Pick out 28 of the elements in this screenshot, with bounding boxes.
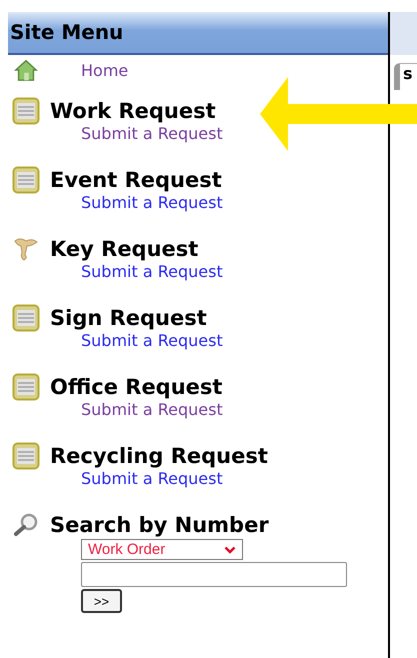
section-title: Search by Number [50,513,269,537]
section-title: Office Request [50,375,222,399]
section-title: Event Request [50,168,222,192]
number-input[interactable] [81,562,347,587]
sidebar-header: Site Menu [8,12,388,55]
caret-icon [224,546,236,554]
tab[interactable]: s [394,63,417,90]
type-dropdown[interactable]: Work Order [81,539,243,560]
submit-link[interactable]: Submit a Request [81,469,223,488]
form-icon [12,304,40,332]
submit-link[interactable]: Submit a Request [81,262,223,281]
form-icon [12,373,40,401]
search-icon [12,511,40,539]
form-icon [12,97,40,125]
top-bar [390,12,417,55]
form-icon [12,166,40,194]
submit-link[interactable]: Submit a Request [81,193,223,212]
home-link[interactable]: Home [81,60,128,80]
section-title: Work Request [50,99,216,123]
section-title: Sign Request [50,306,207,330]
section-title: Recycling Request [50,444,268,468]
go-button[interactable]: >> [81,589,122,613]
submit-link[interactable]: Submit a Request [81,400,223,419]
section-title: Key Request [50,237,198,261]
submit-link[interactable]: Submit a Request [81,331,223,350]
house-icon [12,57,40,83]
form-icon [12,442,40,470]
submit-link[interactable]: Submit a Request [81,124,223,143]
